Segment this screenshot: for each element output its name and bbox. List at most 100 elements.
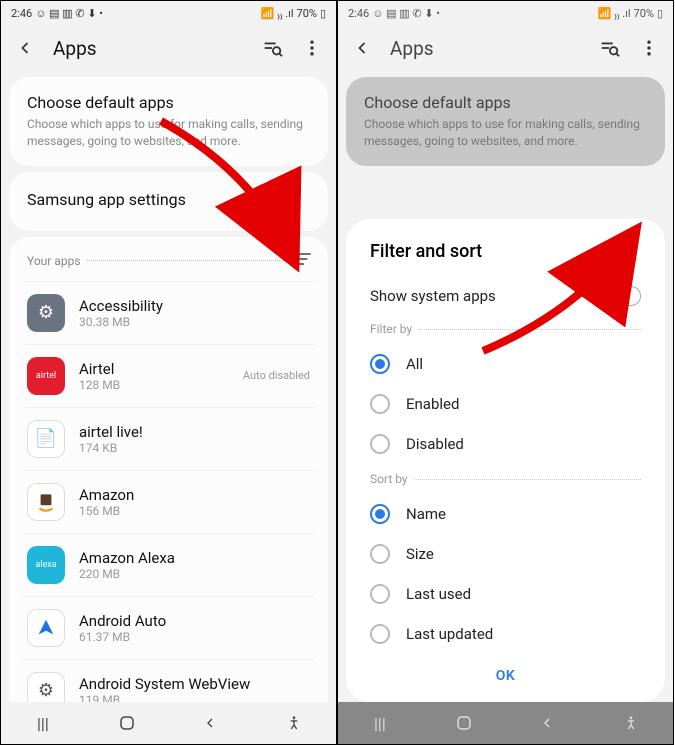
app-icon-airtellive: 📄 <box>27 420 65 458</box>
radio-icon <box>370 434 390 454</box>
app-size: 128 MB <box>79 378 229 392</box>
sheet-title: Filter and sort <box>370 241 641 262</box>
filter-sort-sheet: Filter and sort Show system apps Filter … <box>346 219 665 702</box>
default-apps-title: Choose default apps <box>364 93 647 112</box>
back-icon[interactable] <box>350 36 374 60</box>
default-apps-sub: Choose which apps to use for making call… <box>364 116 647 150</box>
app-size: 156 MB <box>79 504 310 518</box>
filter-disabled[interactable]: Disabled <box>370 424 641 464</box>
search-icon[interactable] <box>260 36 284 60</box>
status-bar: 2:46☺ ▤ ▥ ✆ ⬇ • 📶 ₎₎ .ıl70%▯ <box>1 1 336 25</box>
battery-icon: ▯ <box>320 7 326 20</box>
app-row-accessibility[interactable]: ⚙ Accessibility30.38 MB <box>23 281 314 344</box>
radio-icon <box>370 504 390 524</box>
nav-home[interactable] <box>451 710 477 736</box>
app-name: Airtel <box>79 360 229 378</box>
divider-dots <box>87 260 284 261</box>
app-header: Apps <box>338 25 673 71</box>
app-icon-amazon <box>27 483 65 521</box>
show-system-row[interactable]: Show system apps <box>370 282 641 310</box>
radio-label: All <box>406 355 423 373</box>
status-battery: 70% <box>634 7 654 20</box>
filter-all[interactable]: All <box>370 344 641 384</box>
app-name: Amazon <box>79 486 310 504</box>
app-size: 30.38 MB <box>79 315 310 329</box>
samsung-settings-title: Samsung app settings <box>27 190 310 209</box>
app-name: Accessibility <box>79 297 310 315</box>
app-name: Android Auto <box>79 612 310 630</box>
app-icon-androidauto <box>27 609 65 647</box>
nav-recents[interactable]: ||| <box>30 710 56 736</box>
apps-list-card: Your apps ⚙ Accessibility30.38 MB airtel… <box>9 237 328 734</box>
radio-icon <box>370 584 390 604</box>
status-icons-right: 📶 ₎₎ .ıl <box>598 7 631 20</box>
divider-dots <box>414 479 641 480</box>
nav-back[interactable] <box>534 710 560 736</box>
nav-home[interactable] <box>114 710 140 736</box>
status-battery: 70% <box>297 7 317 20</box>
ok-button[interactable]: OK <box>370 654 641 688</box>
radio-icon <box>370 354 390 374</box>
divider-dots <box>418 329 641 330</box>
status-icons-left: ☺ ▤ ▥ ✆ ⬇ • <box>372 7 440 20</box>
radio-icon <box>370 624 390 644</box>
your-apps-label: Your apps <box>27 254 81 268</box>
sort-icon[interactable] <box>294 249 314 273</box>
sort-lastused[interactable]: Last used <box>370 574 641 614</box>
sort-lastupdated[interactable]: Last updated <box>370 614 641 654</box>
more-icon[interactable] <box>637 36 661 60</box>
radio-label: Last used <box>406 585 471 603</box>
app-size: 61.37 MB <box>79 630 310 644</box>
app-icon-alexa: alexa <box>27 546 65 584</box>
default-apps-card[interactable]: Choose default apps Choose which apps to… <box>9 77 328 166</box>
app-icon-accessibility: ⚙ <box>27 294 65 332</box>
nav-accessibility[interactable] <box>618 710 644 736</box>
nav-accessibility[interactable] <box>281 710 307 736</box>
radio-label: Enabled <box>406 395 459 413</box>
right-screen: 2:46☺ ▤ ▥ ✆ ⬇ • 📶 ₎₎ .ıl70%▯ Apps Choose… <box>337 0 674 745</box>
page-title: Apps <box>53 37 244 60</box>
app-row-amazon[interactable]: Amazon156 MB <box>23 470 314 533</box>
app-size: 220 MB <box>79 567 310 581</box>
status-bar: 2:46☺ ▤ ▥ ✆ ⬇ • 📶 ₎₎ .ıl70%▯ <box>338 1 673 25</box>
show-system-toggle[interactable] <box>603 286 641 306</box>
sort-size[interactable]: Size <box>370 534 641 574</box>
app-row-airtel[interactable]: airtel Airtel128 MB Auto disabled <box>23 344 314 407</box>
status-icons-right: 📶 ₎₎ .ıl <box>261 7 294 20</box>
nav-bar: ||| <box>1 702 336 744</box>
nav-bar: ||| <box>338 702 673 744</box>
more-icon[interactable] <box>300 36 324 60</box>
app-name: Android System WebView <box>79 675 310 693</box>
battery-icon: ▯ <box>657 7 663 20</box>
sort-by-label: Sort by <box>370 472 408 486</box>
app-size: 174 KB <box>79 441 310 455</box>
app-row-alexa[interactable]: alexa Amazon Alexa220 MB <box>23 533 314 596</box>
radio-label: Last updated <box>406 625 493 643</box>
status-time: 2:46 <box>348 7 369 20</box>
samsung-settings-card[interactable]: Samsung app settings <box>9 172 328 231</box>
back-icon[interactable] <box>13 36 37 60</box>
sort-name[interactable]: Name <box>370 494 641 534</box>
nav-back[interactable] <box>197 710 223 736</box>
app-icon-airtel: airtel <box>27 357 65 395</box>
default-apps-title: Choose default apps <box>27 93 310 112</box>
app-row-airtellive[interactable]: 📄 airtel live!174 KB <box>23 407 314 470</box>
show-system-label: Show system apps <box>370 287 496 305</box>
filter-by-label: Filter by <box>370 322 412 336</box>
page-title: Apps <box>390 37 581 60</box>
left-screen: 2:46☺ ▤ ▥ ✆ ⬇ • 📶 ₎₎ .ıl70%▯ Apps Choose… <box>0 0 337 745</box>
radio-icon <box>370 544 390 564</box>
radio-label: Disabled <box>406 435 464 453</box>
default-apps-card-dim: Choose default apps Choose which apps to… <box>346 77 665 166</box>
search-icon[interactable] <box>597 36 621 60</box>
app-row-androidauto[interactable]: Android Auto61.37 MB <box>23 596 314 659</box>
app-header: Apps <box>1 25 336 71</box>
filter-enabled[interactable]: Enabled <box>370 384 641 424</box>
app-name: Amazon Alexa <box>79 549 310 567</box>
radio-label: Name <box>406 505 446 523</box>
nav-recents[interactable]: ||| <box>367 710 393 736</box>
radio-icon <box>370 394 390 414</box>
default-apps-sub: Choose which apps to use for making call… <box>27 116 310 150</box>
status-icons-left: ☺ ▤ ▥ ✆ ⬇ • <box>35 7 103 20</box>
radio-label: Size <box>406 545 434 563</box>
